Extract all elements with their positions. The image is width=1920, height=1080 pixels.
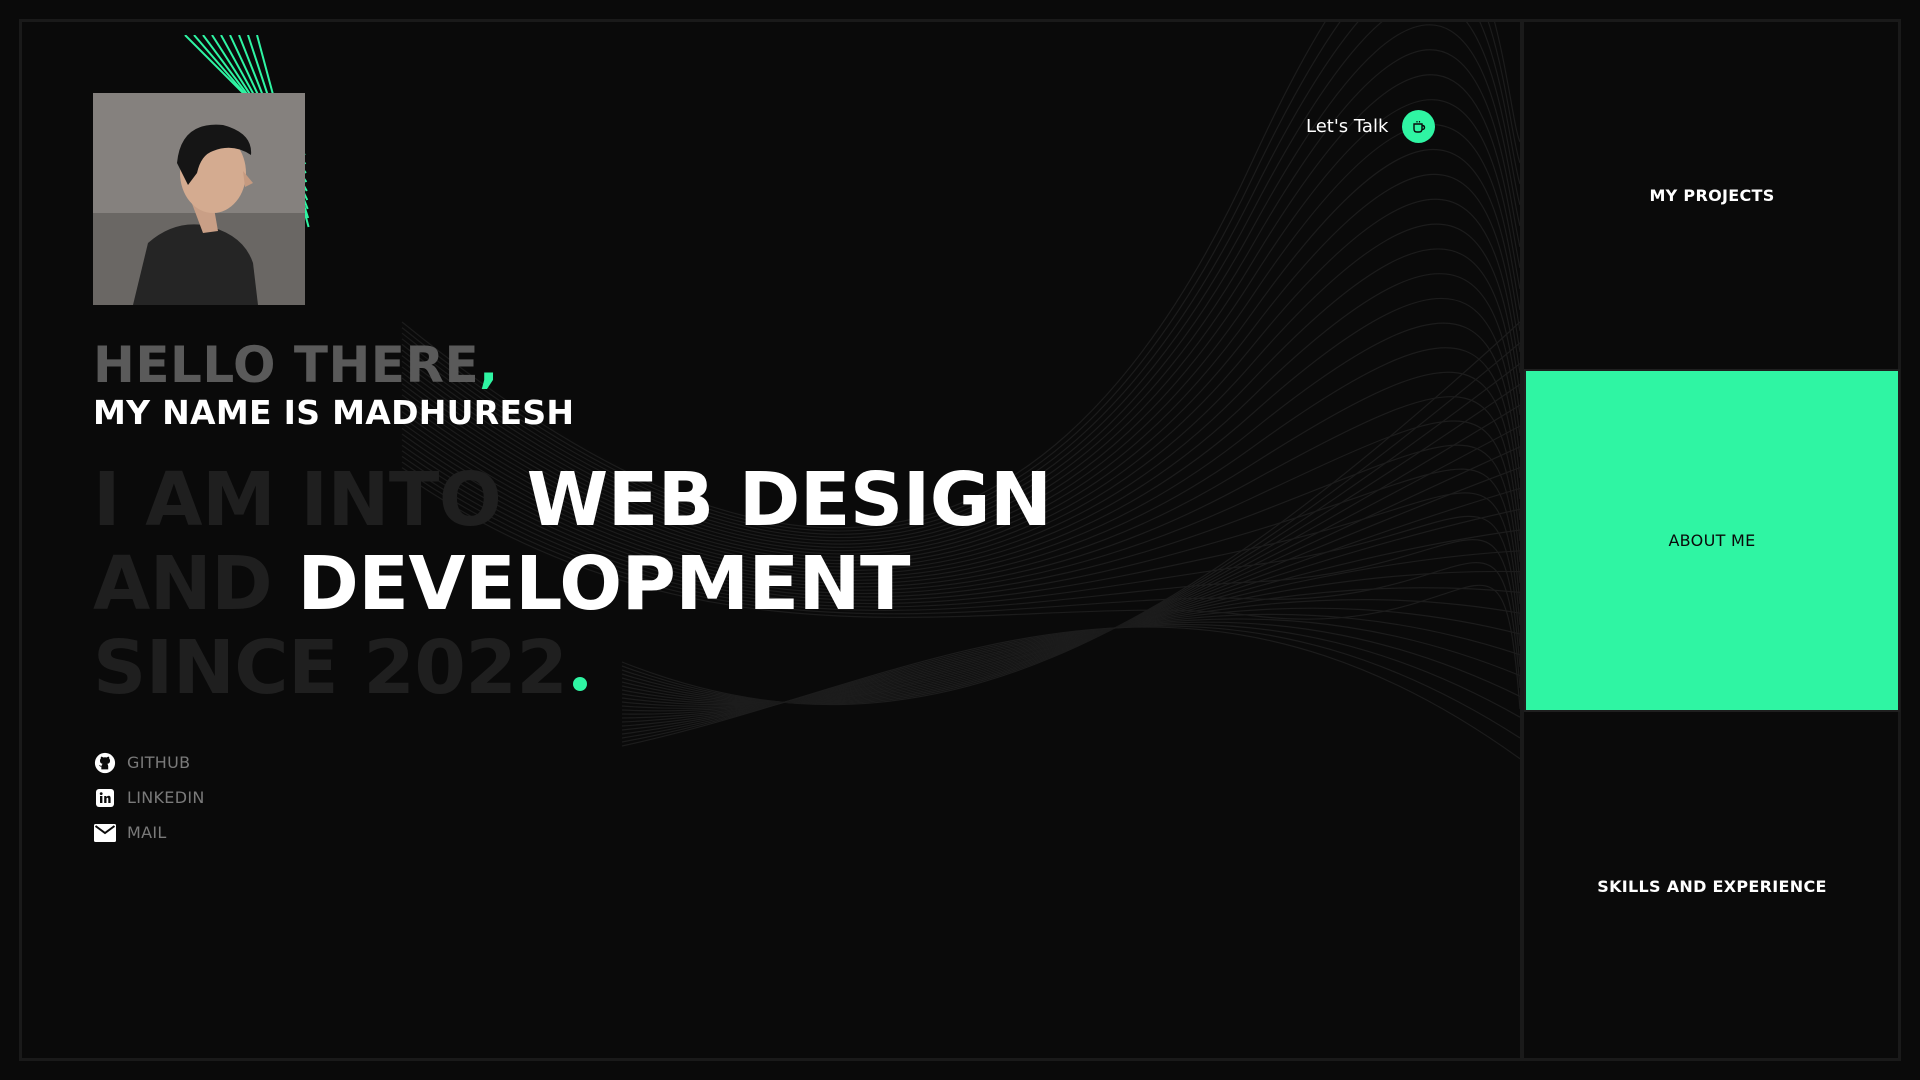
greeting-heading: HELLO THERE, bbox=[93, 336, 499, 394]
github-icon bbox=[93, 751, 117, 775]
tagline-bright-2: DEVELOPMENT bbox=[297, 541, 910, 627]
tagline-dim-1: I AM INTO bbox=[93, 457, 502, 543]
linkedin-icon bbox=[93, 786, 117, 810]
tagline-line-3: SINCE 2022 bbox=[93, 625, 588, 711]
github-link[interactable]: GITHUB bbox=[93, 745, 205, 780]
social-links: GITHUB LINKEDIN MAIL bbox=[93, 745, 205, 850]
mail-link[interactable]: MAIL bbox=[93, 815, 205, 850]
nav-about-me[interactable]: ABOUT ME bbox=[1524, 369, 1900, 712]
name-heading: MY NAME IS MADHURESH bbox=[93, 393, 575, 432]
greeting-text: HELLO THERE bbox=[93, 336, 480, 394]
tagline-line-2: AND DEVELOPMENT bbox=[93, 542, 910, 626]
tagline-dim-3: SINCE 2022 bbox=[93, 625, 568, 711]
nav-my-projects-label: MY PROJECTS bbox=[1649, 185, 1775, 205]
mail-label: MAIL bbox=[127, 823, 167, 842]
linkedin-link[interactable]: LINKEDIN bbox=[93, 780, 205, 815]
nav-skills-label: SKILLS AND EXPERIENCE bbox=[1597, 876, 1827, 896]
lets-talk-button[interactable]: Let's Talk bbox=[1306, 110, 1436, 143]
profile-photo bbox=[93, 93, 305, 305]
nav-skills-and-experience[interactable]: SKILLS AND EXPERIENCE bbox=[1524, 714, 1900, 1058]
tagline-line-1: I AM INTO WEB DESIGN bbox=[93, 457, 1052, 543]
tagline-bright-1: WEB DESIGN bbox=[526, 457, 1052, 543]
greeting-comma: , bbox=[479, 336, 499, 394]
linkedin-label: LINKEDIN bbox=[127, 788, 205, 807]
accent-dot bbox=[573, 677, 588, 691]
mail-icon bbox=[93, 821, 117, 845]
coffee-icon bbox=[1402, 110, 1436, 143]
github-label: GITHUB bbox=[127, 753, 191, 772]
nav-my-projects[interactable]: MY PROJECTS bbox=[1524, 22, 1900, 368]
nav-about-me-label: ABOUT ME bbox=[1668, 531, 1756, 550]
tagline-dim-2: AND bbox=[93, 541, 273, 627]
lets-talk-label: Let's Talk bbox=[1306, 116, 1389, 137]
